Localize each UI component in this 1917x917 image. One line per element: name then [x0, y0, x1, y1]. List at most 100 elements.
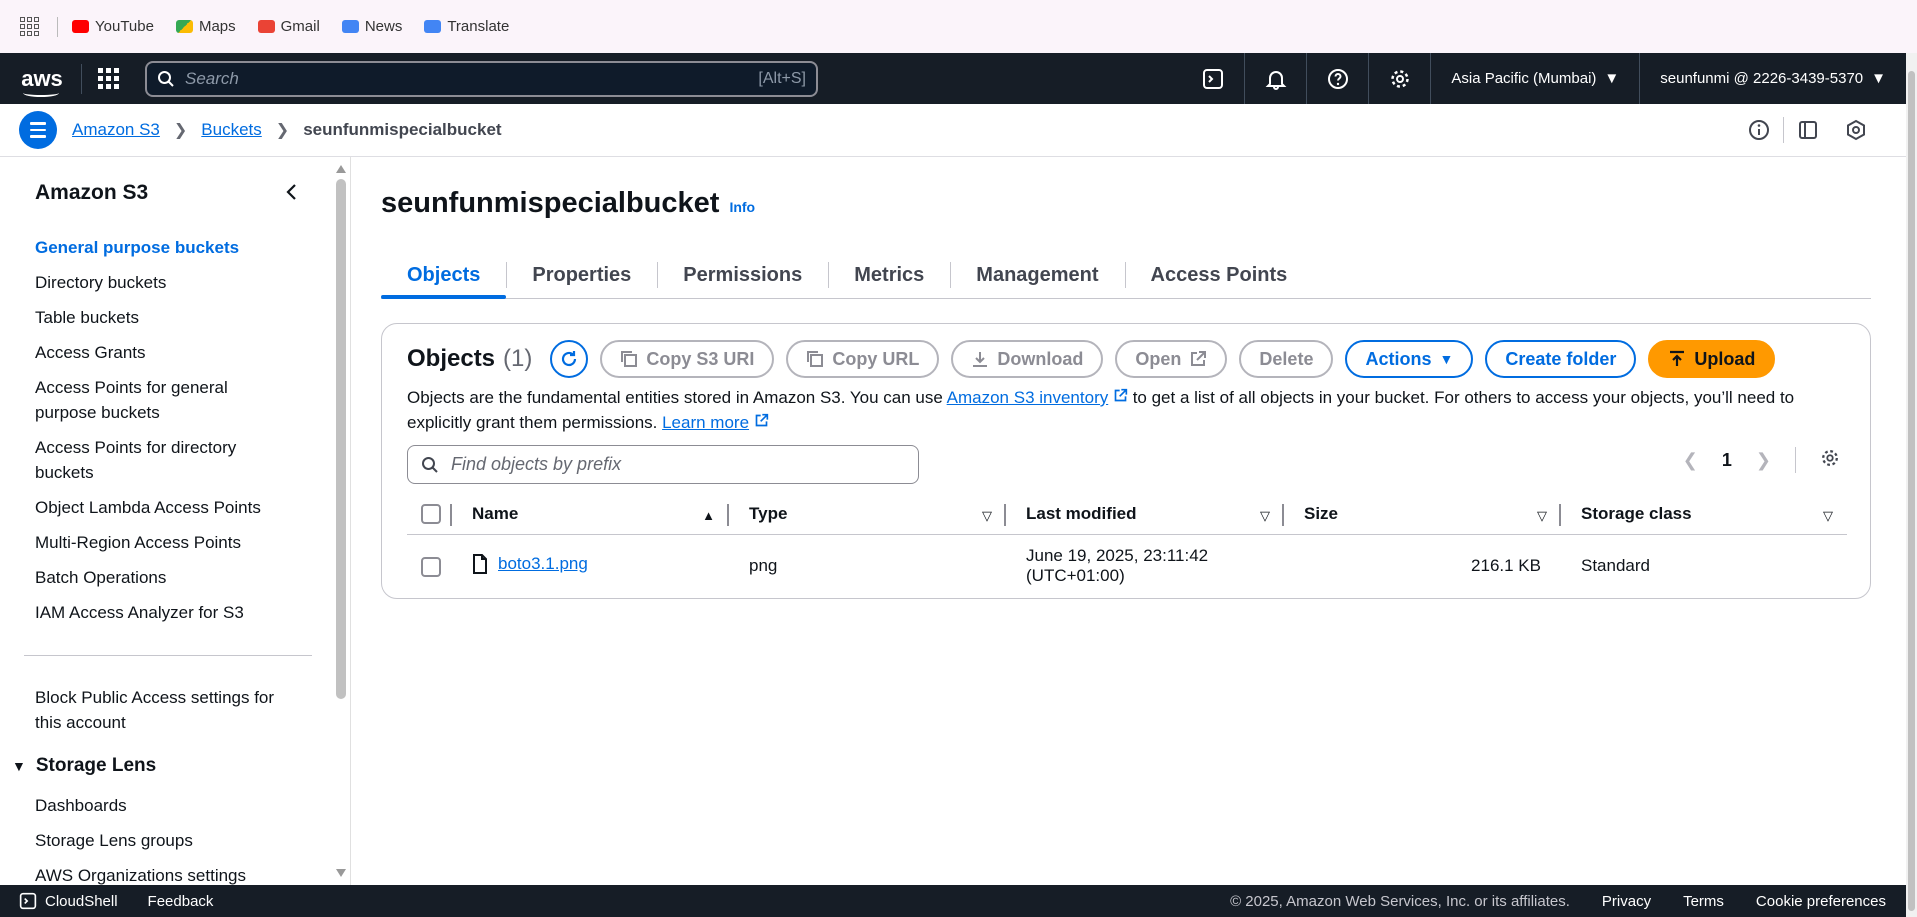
notifications-button[interactable] [1244, 53, 1306, 104]
bookmark-gmail[interactable]: Gmail [257, 18, 320, 35]
bookmark-youtube[interactable]: YouTube [72, 18, 154, 35]
modified-tz: (UTC+01:00) [1026, 566, 1125, 586]
refresh-button[interactable] [550, 340, 589, 378]
tab-objects[interactable]: Objects [381, 252, 507, 299]
sidebar-item-access-points-general[interactable]: Access Points for general purpose bucket… [35, 375, 275, 425]
external-link-icon [755, 413, 768, 427]
actions-dropdown[interactable]: Actions ▼ [1345, 340, 1474, 378]
download-button[interactable]: Download [951, 340, 1104, 378]
footer: CloudShell Feedback © 2025, Amazon Web S… [0, 885, 1906, 917]
cell-size: 216.1 KB [1471, 556, 1541, 576]
copy-s3-uri-button[interactable]: Copy S3 URI [600, 340, 775, 378]
search-input[interactable]: Search [Alt+S] [145, 60, 818, 97]
select-all-cell [407, 494, 452, 535]
find-objects-input[interactable]: Find objects by prefix [407, 445, 919, 484]
sidebar-collapse-button[interactable] [284, 183, 300, 206]
security-button[interactable] [1832, 119, 1880, 141]
sidebar-item-table-buckets[interactable]: Table buckets [35, 305, 275, 330]
settings-button[interactable] [1368, 53, 1430, 104]
services-menu-icon[interactable] [98, 68, 119, 89]
cloudshell-button[interactable]: CloudShell [19, 892, 118, 910]
tab-management[interactable]: Management [950, 252, 1124, 298]
caret-down-icon: ▼ [1604, 70, 1620, 87]
region-selector[interactable]: Asia Pacific (Mumbai) ▼ [1430, 53, 1639, 104]
account-menu[interactable]: seunfunmi @ 2226-3439-5370 ▼ [1639, 53, 1906, 104]
column-name[interactable]: Name ▲ [452, 494, 729, 535]
column-type[interactable]: Type ▽ [729, 494, 1006, 535]
bookmark-label: Gmail [280, 18, 320, 35]
bookmark-news[interactable]: News [341, 18, 402, 35]
column-last-modified[interactable]: Last modified ▽ [1006, 494, 1284, 535]
apps-grid-icon[interactable] [20, 17, 39, 36]
upload-button[interactable]: Upload [1648, 340, 1776, 378]
privacy-link[interactable]: Privacy [1602, 893, 1651, 910]
info-link[interactable]: Info [729, 199, 755, 215]
sidebar-item-block-public-access[interactable]: Block Public Access settings for this ac… [35, 685, 285, 735]
column-storage-class[interactable]: Storage class ▽ [1561, 494, 1847, 535]
breadcrumb-amazon-s3[interactable]: Amazon S3 [72, 120, 160, 140]
sidebar-item-aws-organizations-settings[interactable]: AWS Organizations settings [35, 863, 246, 885]
sidebar-item-batch-operations[interactable]: Batch Operations [35, 565, 275, 590]
table-settings-button[interactable] [1820, 448, 1840, 473]
scroll-thumb[interactable] [336, 179, 346, 699]
sidebar-section-storage-lens[interactable]: ▼ Storage Lens [12, 755, 156, 777]
row-checkbox[interactable] [421, 556, 441, 577]
select-all-checkbox[interactable] [421, 504, 441, 524]
cloudshell-nav-button[interactable] [1182, 53, 1244, 104]
page-scroll-thumb[interactable] [1908, 71, 1915, 911]
sidebar-item-general-purpose-buckets[interactable]: General purpose buckets [35, 235, 275, 260]
current-page[interactable]: 1 [1722, 450, 1732, 471]
column-label: Name [472, 503, 519, 523]
tab-access-points[interactable]: Access Points [1124, 252, 1314, 298]
main-content: seunfunmispecialbucket Info Objects Prop… [352, 157, 1906, 885]
sidebar-item-iam-access-analyzer[interactable]: IAM Access Analyzer for S3 [35, 600, 275, 625]
create-folder-button[interactable]: Create folder [1485, 340, 1637, 378]
aws-logo[interactable]: aws [21, 67, 63, 97]
page-scrollbar[interactable] [1906, 53, 1917, 917]
sidebar-divider [24, 655, 312, 656]
delete-button[interactable]: Delete [1239, 340, 1334, 378]
prev-page-button[interactable]: ❮ [1683, 450, 1698, 471]
sidebar-item-object-lambda[interactable]: Object Lambda Access Points [35, 495, 275, 520]
download-icon [973, 352, 988, 367]
sidebar: Amazon S3 General purpose buckets Direct… [0, 157, 332, 885]
sidebar-item-storage-lens-groups[interactable]: Storage Lens groups [35, 828, 246, 853]
button-label: Delete [1259, 348, 1314, 369]
table-row[interactable]: boto3.1.png png June 19, 2025, 23:11:42 … [407, 534, 1847, 598]
bucket-name: seunfunmispecialbucket [381, 187, 720, 219]
scroll-up-arrow[interactable] [336, 165, 346, 173]
bookmarks-divider [57, 16, 58, 37]
sidebar-item-access-grants[interactable]: Access Grants [35, 340, 275, 365]
tab-metrics[interactable]: Metrics [828, 252, 950, 298]
cookie-preferences-link[interactable]: Cookie preferences [1756, 893, 1886, 910]
next-page-button[interactable]: ❯ [1756, 450, 1771, 471]
modified-date: June 19, 2025, 23:11:42 [1026, 546, 1209, 566]
sidebar-item-multi-region[interactable]: Multi-Region Access Points [35, 530, 275, 555]
bookmark-translate[interactable]: Translate [424, 18, 509, 35]
bookmark-maps[interactable]: Maps [175, 18, 236, 35]
sidebar-item-access-points-directory[interactable]: Access Points for directory buckets [35, 435, 275, 485]
scroll-down-arrow[interactable] [336, 869, 346, 877]
sidebar-item-directory-buckets[interactable]: Directory buckets [35, 270, 275, 295]
column-size[interactable]: Size ▽ [1284, 494, 1561, 535]
terms-link[interactable]: Terms [1683, 893, 1724, 910]
object-name-link[interactable]: boto3.1.png [498, 554, 588, 574]
news-icon [341, 20, 359, 33]
learn-more-link[interactable]: Learn more [662, 413, 749, 432]
help-button[interactable] [1306, 53, 1368, 104]
menu-toggle-button[interactable] [19, 111, 57, 149]
open-button[interactable]: Open [1115, 340, 1228, 378]
sidebar-scrollbar[interactable] [332, 157, 351, 885]
sidebar-item-dashboards[interactable]: Dashboards [35, 793, 246, 818]
copy-url-button[interactable]: Copy URL [786, 340, 940, 378]
feedback-link[interactable]: Feedback [148, 893, 214, 910]
info-panel-button[interactable] [1735, 119, 1783, 141]
sort-ascending-icon: ▲ [702, 508, 715, 523]
cloudshell-icon [19, 892, 37, 910]
inventory-link[interactable]: Amazon S3 inventory [947, 388, 1109, 407]
tab-properties[interactable]: Properties [506, 252, 657, 298]
external-link-icon [1191, 351, 1207, 366]
breadcrumb-buckets[interactable]: Buckets [201, 120, 261, 140]
tab-permissions[interactable]: Permissions [657, 252, 828, 298]
notes-button[interactable] [1784, 119, 1832, 141]
